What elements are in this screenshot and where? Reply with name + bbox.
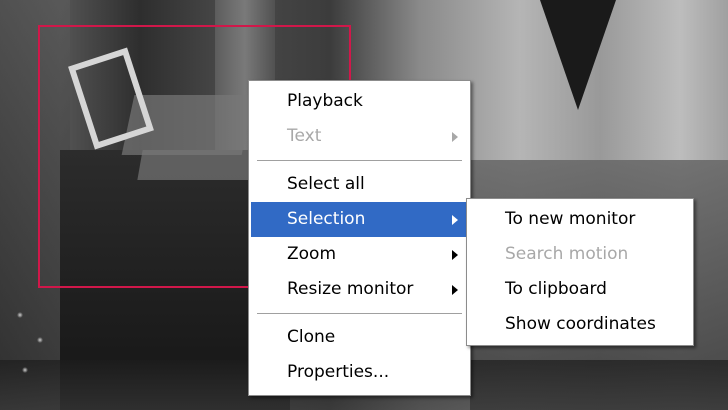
menu-item-playback[interactable]: Playback	[251, 84, 468, 119]
menu-item-clone[interactable]: Clone	[251, 320, 468, 355]
menu-item-label: Selection	[287, 209, 366, 229]
menu-item-zoom[interactable]: Zoom	[251, 237, 468, 272]
feed-ceiling-corner	[540, 0, 616, 110]
submenu-arrow-icon	[452, 215, 458, 225]
menu-item-label: Properties...	[287, 362, 390, 382]
menu-item-selection[interactable]: Selection	[251, 202, 468, 237]
submenu-item-to-clipboard[interactable]: To clipboard	[469, 272, 691, 307]
menu-item-label: Show coordinates	[505, 314, 656, 334]
submenu-item-to-new-monitor[interactable]: To new monitor	[469, 202, 691, 237]
menu-item-resize-monitor[interactable]: Resize monitor	[251, 272, 468, 307]
menu-item-label: Zoom	[287, 244, 337, 264]
menu-item-label: Select all	[287, 174, 365, 194]
submenu-arrow-icon	[452, 285, 458, 295]
menu-item-select-all[interactable]: Select all	[251, 167, 468, 202]
menu-separator	[257, 160, 462, 161]
selection-submenu[interactable]: To new monitor Search motion To clipboar…	[466, 198, 694, 346]
menu-item-label: To clipboard	[505, 279, 607, 299]
menu-item-label: Resize monitor	[287, 279, 414, 299]
context-menu[interactable]: Playback Text Select all Selection Zoom …	[248, 80, 471, 396]
menu-item-label: Search motion	[505, 244, 629, 264]
menu-item-text: Text	[251, 119, 468, 154]
submenu-item-search-motion: Search motion	[469, 237, 691, 272]
menu-item-label: To new monitor	[505, 209, 636, 229]
submenu-arrow-icon	[452, 250, 458, 260]
menu-item-properties[interactable]: Properties...	[251, 355, 468, 390]
menu-separator	[257, 313, 462, 314]
menu-item-label: Clone	[287, 327, 336, 347]
submenu-item-show-coordinates[interactable]: Show coordinates	[469, 307, 691, 342]
feed-lights	[10, 300, 60, 400]
submenu-arrow-icon	[452, 132, 458, 142]
menu-item-label: Text	[287, 126, 322, 146]
menu-item-label: Playback	[287, 91, 363, 111]
